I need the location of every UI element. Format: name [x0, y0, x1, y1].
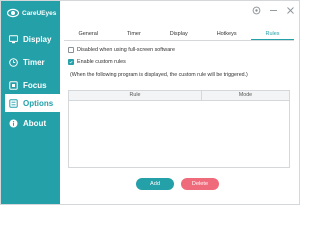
- tab-timer[interactable]: Timer: [113, 28, 156, 40]
- tab-general[interactable]: General: [64, 28, 113, 40]
- close-icon[interactable]: [286, 6, 295, 15]
- tab-rules[interactable]: Rules: [251, 28, 295, 40]
- column-header-mode[interactable]: Mode: [202, 91, 289, 100]
- sidebar-item-label: Focus: [23, 80, 47, 90]
- delete-button[interactable]: Delete: [181, 178, 219, 190]
- sidebar-item-label: Options: [23, 98, 54, 108]
- focus-icon: [9, 80, 18, 90]
- disable-fullscreen-label: Disabled when using full-screen software: [77, 47, 175, 53]
- brand: CareUEyes: [7, 7, 56, 19]
- sidebar-item-options[interactable]: Options: [5, 94, 60, 112]
- eye-logo-icon: [7, 8, 19, 18]
- add-button[interactable]: Add: [136, 178, 174, 190]
- sidebar-item-display[interactable]: Display: [1, 30, 60, 48]
- rules-table[interactable]: Rule Mode: [68, 90, 290, 168]
- enable-custom-rules-label: Enable custom rules: [77, 59, 126, 65]
- tab-hotkeys[interactable]: Hotkeys: [202, 28, 251, 40]
- sidebar-item-label: About: [23, 118, 47, 128]
- app-name: CareUEyes: [22, 9, 57, 17]
- checkmark-icon: [69, 60, 73, 64]
- minimize-icon[interactable]: [269, 6, 278, 15]
- enable-custom-rules-checkbox[interactable]: [68, 59, 74, 65]
- enable-custom-rules-option[interactable]: Enable custom rules: [68, 59, 126, 65]
- options-icon: [9, 98, 18, 108]
- tab-display[interactable]: Display: [155, 28, 202, 40]
- sidebar-item-label: Display: [23, 34, 52, 44]
- disable-fullscreen-checkbox[interactable]: [68, 47, 74, 53]
- app-window: CareUEyes Display Timer Focus Options Ab…: [0, 0, 300, 205]
- disable-fullscreen-option[interactable]: Disabled when using full-screen software: [68, 47, 175, 53]
- sidebar-item-about[interactable]: About: [1, 114, 60, 132]
- clock-icon: [9, 57, 18, 67]
- sidebar-item-label: Timer: [23, 57, 45, 67]
- monitor-icon: [9, 34, 18, 44]
- sidebar-item-timer[interactable]: Timer: [1, 53, 60, 71]
- sidebar-item-focus[interactable]: Focus: [1, 76, 60, 94]
- tab-bar: General Timer Display Hotkeys Rules: [64, 28, 295, 41]
- column-header-rule[interactable]: Rule: [69, 91, 202, 100]
- rules-note: (When the following program is displayed…: [70, 72, 248, 78]
- info-icon: [9, 119, 18, 128]
- settings-icon[interactable]: [252, 6, 261, 15]
- sidebar: CareUEyes Display Timer Focus Options Ab…: [1, 1, 60, 204]
- table-header: Rule Mode: [69, 91, 289, 101]
- window-controls: [252, 6, 295, 15]
